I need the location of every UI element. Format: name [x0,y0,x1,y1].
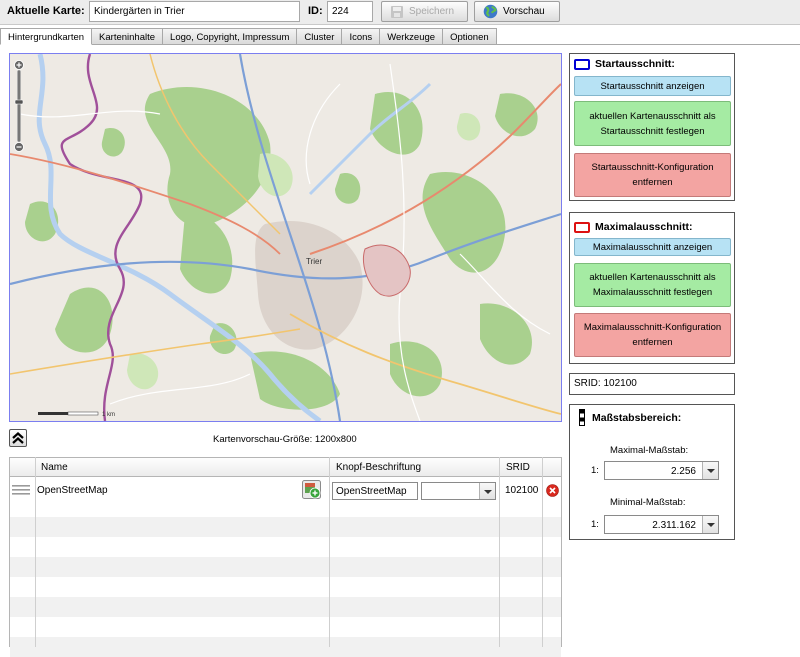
double-chevron-up-icon [12,432,24,444]
start-section-panel: Startausschnitt: Startausschnitt anzeige… [569,53,735,201]
top-toolbar: Aktuelle Karte: ID: Speichern Vorschau [0,0,800,25]
show-max-button[interactable]: Maximalausschnitt anzeigen [574,238,731,256]
max-scale-prefix: 1: [591,465,599,476]
grid-empty-row [10,517,561,537]
id-input[interactable] [327,1,373,22]
remove-start-button[interactable]: Startausschnitt-Konfiguration entfernen [574,153,731,197]
background-layer-grid: Name Knopf-Beschriftung SRID OpenStreetM… [9,457,562,657]
col-name-header[interactable]: Name [41,462,68,473]
max-section-panel: Maximalausschnitt: Maximalausschnitt anz… [569,212,735,364]
map-image: Trier 1 km [10,54,561,421]
id-label: ID: [308,5,323,17]
chevron-down-icon[interactable] [702,462,718,479]
save-icon [391,5,403,18]
start-frame-swatch [574,58,590,70]
delete-icon[interactable] [546,484,559,497]
tab-icons[interactable]: Icons [342,28,381,45]
preview-button[interactable]: Vorschau [474,1,560,22]
preview-size-label: Kartenvorschau-Größe: 1200x800 [213,434,357,445]
preview-button-label: Vorschau [503,6,545,17]
min-scale-prefix: 1: [591,519,599,530]
max-scale-select[interactable]: 2.256 [604,461,719,480]
scale-range-title: Maßstabsbereich: [592,412,682,424]
remove-max-button[interactable]: Maximalausschnitt-Konfiguration entferne… [574,313,731,357]
max-frame-swatch [574,221,590,233]
tab-tools[interactable]: Werkzeuge [380,28,444,45]
srid-label: SRID: 102100 [574,378,637,389]
map-scale-bar: 1 km [38,411,115,418]
save-button[interactable]: Speichern [381,1,468,22]
layer-option-select[interactable] [421,482,496,500]
tab-background-maps[interactable]: Hintergrundkarten [0,28,93,45]
drag-handle-icon[interactable] [12,485,30,495]
min-scale-select[interactable]: 2.311.162 [604,515,719,534]
max-scale-label: Maximal-Maßstab: [610,445,689,456]
add-layer-icon[interactable] [302,480,321,499]
col-srid-header[interactable]: SRID [506,462,530,473]
map-place-label: Trier [306,257,322,266]
scale-range-panel: Maßstabsbereich: Maximal-Maßstab: 1: 2.2… [569,404,735,540]
table-row[interactable]: OpenStreetMap 102100 [10,478,561,502]
max-section-header: Maximalausschnitt: [574,221,692,233]
layer-srid: 102100 [505,485,539,496]
start-section-header: Startausschnitt: [574,58,675,70]
save-button-label: Speichern [409,6,455,17]
set-max-button[interactable]: aktuellen Kartenausschnitt als Maximalau… [574,263,731,307]
grid-empty-row [10,557,561,577]
set-start-button[interactable]: aktuellen Kartenausschnitt als Startauss… [574,101,731,146]
min-scale-label: Minimal-Maßstab: [610,497,686,508]
chevron-down-icon[interactable] [702,516,718,533]
col-button-label-header[interactable]: Knopf-Beschriftung [336,462,421,473]
scale-bar-icon [579,409,585,426]
start-section-title: Startausschnitt: [595,58,675,70]
tab-cluster[interactable]: Cluster [297,28,343,45]
min-scale-value: 2.311.162 [652,520,696,531]
tab-bar: Hintergrundkarten Karteninhalte Logo, Co… [0,28,497,45]
map-zoom-control[interactable] [14,60,24,152]
map-name-input[interactable] [89,1,300,22]
button-label-input[interactable] [332,482,418,500]
show-start-button[interactable]: Startausschnitt anzeigen [574,76,731,96]
tab-options[interactable]: Optionen [443,28,497,45]
globe-icon [483,4,498,19]
collapse-button[interactable] [9,429,27,447]
max-scale-value: 2.256 [670,466,696,477]
grid-header: Name Knopf-Beschriftung SRID [10,457,561,477]
current-map-label: Aktuelle Karte: [7,5,85,17]
tab-logo-copyright[interactable]: Logo, Copyright, Impressum [163,28,298,45]
grid-empty-row [10,597,561,617]
max-section-title: Maximalausschnitt: [595,221,693,233]
layer-name: OpenStreetMap [37,485,108,496]
tab-map-content[interactable]: Karteninhalte [92,28,164,45]
srid-box: SRID: 102100 [569,373,735,395]
scale-bar-label: 1 km [102,412,115,418]
grid-empty-row [10,637,561,657]
map-preview[interactable]: Trier 1 km [9,53,562,422]
chevron-down-icon[interactable] [479,483,495,499]
